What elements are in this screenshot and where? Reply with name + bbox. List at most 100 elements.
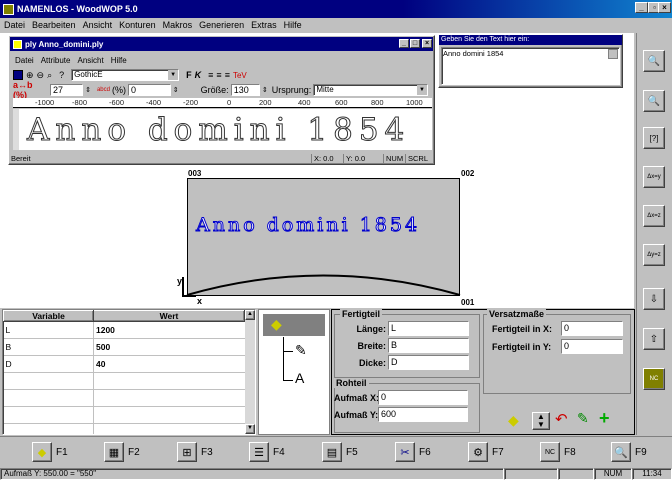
table-row[interactable]: D 40 [3,355,245,373]
align-left-icon[interactable]: ≡ [208,70,213,80]
aufmass-x-input[interactable]: 0 [378,390,468,405]
canvas: 003 002 001 Anno domini 1854 y x [0,167,634,307]
aufmass-y-input[interactable]: 600 [378,407,468,422]
align-right-icon[interactable]: ≡ [225,70,230,80]
cell-wert[interactable]: 40 [94,356,245,373]
size-input[interactable]: 130 [230,84,260,96]
zoom-tool-icon[interactable]: 🔍 [643,50,665,72]
contour-xz-icon[interactable]: Δx=z [643,205,665,227]
char-spacing-input[interactable]: 27 [49,84,84,96]
minimize-button[interactable]: _ [635,2,648,13]
table-row[interactable] [3,423,245,434]
align-center-icon[interactable]: ≡ [216,70,221,80]
ply-menu-datei[interactable]: Datei [15,56,34,65]
size-spinner[interactable]: ⇕ [262,86,268,94]
chevron-down-icon[interactable]: ▼ [168,70,179,80]
table-row[interactable] [3,372,245,390]
status-field [504,467,558,480]
main-menu-bar: Datei Bearbeiten Ansicht Konturen Makros… [0,18,672,32]
close-button[interactable]: × [658,2,671,13]
breite-input[interactable]: B [388,338,469,353]
text-node-icon[interactable]: A [295,370,304,386]
ruler-tick: -400 [146,98,162,107]
laenge-input[interactable]: L [388,321,469,336]
f6-button[interactable]: ✂ F6 [395,439,431,465]
zoom-window-icon[interactable]: ⌕ [47,70,52,81]
menu-konturen[interactable]: Konturen [119,20,156,30]
origin-select[interactable]: Mitte ▼ [313,84,428,96]
menu-ansicht[interactable]: Ansicht [83,20,113,30]
f5-button[interactable]: ▤ F5 [322,439,358,465]
ply-menu-attribute[interactable]: Attribute [41,56,71,65]
help-icon[interactable]: ? [59,70,64,80]
contour-node-icon[interactable]: ✎ [295,342,307,359]
scroll-up-arrow[interactable]: ▲ [245,310,255,320]
info-icon[interactable]: [?] [643,127,665,149]
table-row[interactable] [3,406,245,424]
menu-hilfe[interactable]: Hilfe [284,20,302,30]
table-row[interactable] [3,389,245,407]
menu-makros[interactable]: Makros [163,20,193,30]
undo-icon[interactable]: ↶ [555,410,568,428]
char-spacing-spinner[interactable]: ⇕ [85,86,91,94]
import-icon[interactable]: ⇧ [643,328,665,350]
scroll-down-arrow[interactable]: ▼ [245,424,255,434]
cell-variable[interactable]: L [3,321,94,339]
status-message: Aufmaß Y: 550.00 = "550" [0,467,504,480]
f8-button[interactable]: NC F8 [540,439,576,465]
col-header-variable[interactable]: Variable [3,310,94,322]
text-effect-icon[interactable]: TeV [233,71,247,80]
col-header-wert[interactable]: Wert [93,310,245,322]
cell-wert[interactable]: 500 [94,339,245,356]
dicke-input[interactable]: D [388,355,469,370]
ply-minimize-button[interactable]: _ [399,39,409,48]
zoom-all-icon[interactable]: 🔍 [643,90,665,112]
zoom-in-icon[interactable]: ⊕ [26,70,34,81]
ply-close-button[interactable]: × [422,39,432,48]
f9-button[interactable]: 🔍 F9 [611,439,647,465]
text-input-field[interactable]: Anno domini 1854 [441,47,620,85]
f1-button[interactable]: ◆ F1 [32,439,68,465]
f4-button[interactable]: ☰ F4 [249,439,285,465]
versatz-y-input[interactable]: 0 [561,339,623,354]
export-icon[interactable]: ⇩ [643,288,665,310]
font-select[interactable]: GothicE ▼ [71,69,180,81]
rohteil-group-title: Rohteil [334,378,369,388]
table-scrollbar[interactable]: ▲ ▼ [245,310,255,434]
menu-generieren[interactable]: Generieren [199,20,244,30]
line-spacing-input[interactable]: 0 [127,84,171,96]
menu-bearbeiten[interactable]: Bearbeiten [32,20,76,30]
table-row[interactable]: B 500 [3,338,245,356]
workpiece-icon[interactable]: ◆ [271,316,282,333]
f3-button[interactable]: ⊞ F3 [177,439,213,465]
table-row[interactable]: L 1200 [3,321,245,339]
cell-variable[interactable]: D [3,355,94,373]
text-input-scrollbar[interactable] [608,49,618,59]
nc-program-icon[interactable]: NC [643,368,665,390]
zoom-out-icon[interactable]: ⊖ [37,70,45,81]
menu-extras[interactable]: Extras [251,20,277,30]
cell-variable[interactable]: B [3,338,94,356]
f2-button[interactable]: ▦ F2 [104,439,140,465]
cell-wert[interactable]: 1200 [94,322,245,339]
edit-icon[interactable]: ✎ [577,410,589,427]
ply-menu-ansicht[interactable]: Ansicht [77,56,103,65]
ply-menu-hilfe[interactable]: Hilfe [111,56,127,65]
bold-f-icon[interactable]: F [186,70,192,80]
ply-maximize-button[interactable]: □ [410,39,420,48]
contour-yz-icon[interactable]: Δy=z [643,244,665,266]
f7-button[interactable]: ⚙ F7 [468,439,504,465]
arc-contour[interactable] [186,268,461,298]
workpiece-icon[interactable]: ◆ [508,412,519,429]
up-down-arrows-icon[interactable]: ▲ ▼ [532,412,550,430]
menu-datei[interactable]: Datei [4,20,25,30]
italic-k-icon[interactable]: K [195,70,202,80]
contour-xy-icon[interactable]: Δx=y [643,166,665,188]
ruler-tick: 400 [298,98,311,107]
add-icon[interactable]: + [599,408,610,429]
chevron-down-icon[interactable]: ▼ [416,85,427,95]
versatz-x-input[interactable]: 0 [561,321,623,336]
save-icon[interactable] [13,70,23,80]
line-spacing-spinner[interactable]: ⇕ [173,86,179,94]
laenge-label: Länge: [356,324,386,334]
